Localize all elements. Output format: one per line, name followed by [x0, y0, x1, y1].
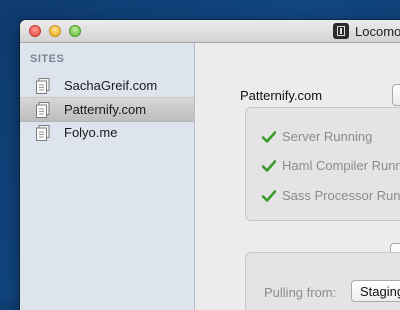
app-window: Locomo SITES SachaGreif.com Patternify.c…	[20, 20, 400, 310]
document-icon	[36, 78, 50, 94]
source-select-value: Staging	[360, 284, 400, 299]
app-icon	[333, 23, 349, 39]
source-select[interactable]: Staging	[351, 280, 400, 302]
document-icon	[36, 102, 50, 118]
close-window-button[interactable]	[29, 25, 41, 37]
sidebar-item-folyo[interactable]: Folyo.me	[20, 121, 194, 144]
sidebar-item-label: Patternify.com	[64, 102, 147, 117]
zoom-window-button[interactable]	[69, 25, 81, 37]
check-icon	[262, 160, 276, 172]
sidebar-item-patternify[interactable]: Patternify.com	[20, 97, 194, 122]
sidebar-header: SITES	[30, 53, 65, 65]
status-label: Haml Compiler Running	[282, 158, 400, 173]
check-icon	[262, 131, 276, 143]
site-action-button[interactable]	[392, 84, 400, 106]
minimize-window-button[interactable]	[49, 25, 61, 37]
deploy-panel: Pulling from: Staging	[245, 252, 400, 310]
pulling-from-label: Pulling from:	[264, 285, 337, 300]
status-label: Server Running	[282, 129, 373, 144]
sidebar-item-label: SachaGreif.com	[64, 78, 158, 93]
window-title: Locomo	[355, 24, 400, 39]
document-icon	[36, 125, 50, 141]
status-label: Sass Processor Running	[282, 188, 400, 203]
sidebar: SITES SachaGreif.com Patternify.com Foly…	[20, 43, 195, 310]
check-icon	[262, 190, 276, 202]
title-bar: Locomo	[20, 20, 400, 43]
status-panel: Server Running Haml Compiler Running Sas…	[245, 107, 400, 221]
sidebar-item-sachagreif[interactable]: SachaGreif.com	[20, 74, 194, 97]
site-title: Patternify.com	[240, 88, 323, 103]
sidebar-item-label: Folyo.me	[64, 125, 118, 140]
